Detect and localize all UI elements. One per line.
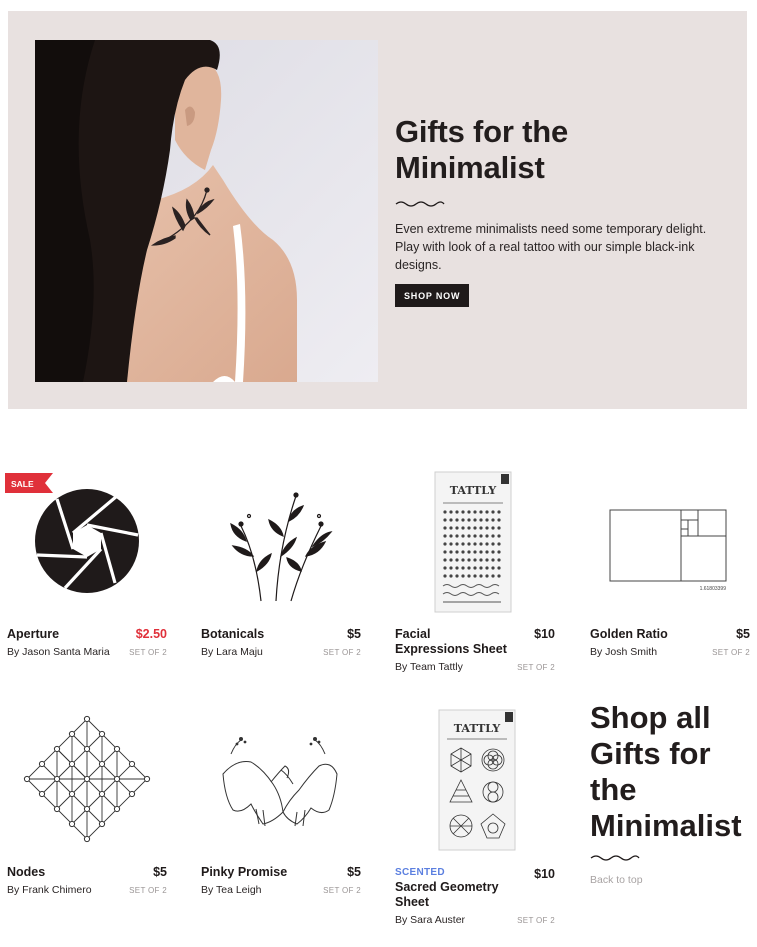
squiggle-divider-icon (395, 201, 445, 207)
product-info: Botanicals $5 By Lara Maju SET OF 2 (201, 627, 361, 658)
product-name[interactable]: Nodes (7, 865, 119, 880)
product-info: SCENTED Sacred Geometry Sheet $10 By Sar… (395, 867, 555, 926)
shop-now-button[interactable]: SHOP NOW (395, 284, 470, 307)
product-set-size: SET OF 2 (323, 648, 361, 657)
product-info: Facial Expressions Sheet $10 By Team Tat… (395, 627, 555, 673)
product-author[interactable]: By Lara Maju (201, 646, 263, 658)
shop-all-line1: Shop all (590, 700, 711, 735)
product-set-size: SET OF 2 (517, 663, 555, 672)
product-set-size: SET OF 2 (129, 886, 167, 895)
product-name[interactable]: Golden Ratio (590, 627, 702, 642)
product-image[interactable] (7, 714, 167, 864)
pinky-promise-image (222, 737, 338, 827)
product-set-size: SET OF 2 (712, 648, 750, 657)
product-price: $2.50 (135, 627, 167, 641)
golden-ratio-image: 1.61803399 (609, 509, 727, 592)
shop-all-line4: Minimalist (590, 808, 742, 843)
hero-title-line1: Gifts for the (395, 114, 569, 149)
product-price: $10 (534, 627, 555, 641)
product-image[interactable] (201, 476, 361, 626)
squiggle-divider-icon (590, 855, 640, 861)
product-info: Aperture $2.50 By Jason Santa Maria SET … (7, 627, 167, 658)
aperture-image (35, 489, 139, 593)
golden-ratio-caption: 1.61803399 (700, 586, 727, 592)
product-info: Nodes $5 By Frank Chimero SET OF 2 (7, 865, 167, 896)
hero-banner: Gifts for the Minimalist Even extreme mi… (8, 11, 747, 409)
product-author[interactable]: By Jason Santa Maria (7, 646, 110, 658)
product-price: $5 (347, 627, 361, 641)
product-price: $5 (736, 627, 750, 641)
product-price: $5 (153, 865, 167, 879)
product-name[interactable]: Facial Expressions Sheet (395, 627, 507, 657)
product-image[interactable] (7, 476, 167, 626)
product-name[interactable]: Pinky Promise (201, 865, 313, 880)
woman-with-tattoo-image (35, 40, 378, 382)
product-image[interactable]: TATTLY (395, 470, 555, 620)
product-author[interactable]: By Tea Leigh (201, 884, 262, 896)
product-set-size: SET OF 2 (323, 886, 361, 895)
product-name[interactable]: Sacred Geometry Sheet (395, 880, 507, 910)
hero-title-line2: Minimalist (395, 150, 545, 185)
hero-text-block: Gifts for the Minimalist Even extreme mi… (395, 114, 725, 307)
hero-title: Gifts for the Minimalist (395, 114, 725, 186)
sale-badge-label: SALE (11, 479, 34, 489)
product-info: Golden Ratio $5 By Josh Smith SET OF 2 (590, 627, 750, 658)
sale-badge: SALE (5, 473, 53, 493)
product-price: $5 (347, 865, 361, 879)
product-price: $10 (534, 867, 555, 881)
botanicals-image (230, 492, 333, 602)
facial-expressions-sheet-image: TATTLY (434, 471, 512, 613)
nodes-image (23, 715, 151, 843)
product-image[interactable]: 1.61803399 (590, 476, 750, 626)
shop-all-block: Shop all Gifts for the Minimalist Back t… (590, 700, 750, 888)
package-brand: TATTLY (450, 484, 497, 497)
product-set-size: SET OF 2 (129, 648, 167, 657)
back-to-top-link[interactable]: Back to top (590, 874, 643, 886)
product-info: Pinky Promise $5 By Tea Leigh SET OF 2 (201, 865, 361, 896)
product-name[interactable]: Aperture (7, 627, 119, 642)
shop-all-line3: the (590, 772, 637, 807)
hero-photo (35, 40, 378, 382)
product-image[interactable] (201, 714, 361, 864)
product-set-size: SET OF 2 (517, 916, 555, 925)
product-author[interactable]: By Josh Smith (590, 646, 657, 658)
shop-all-line2: Gifts for (590, 736, 711, 771)
product-author[interactable]: By Team Tattly (395, 661, 463, 673)
product-image[interactable]: TATTLY (395, 708, 555, 858)
product-author[interactable]: By Frank Chimero (7, 884, 92, 896)
product-author[interactable]: By Sara Auster (395, 914, 465, 926)
hero-description: Even extreme minimalists need some tempo… (395, 222, 707, 272)
package-brand: TATTLY (454, 722, 501, 735)
sacred-geometry-sheet-image: TATTLY (438, 709, 516, 851)
shop-all-link[interactable]: Shop all Gifts for the Minimalist (590, 700, 750, 844)
product-name[interactable]: Botanicals (201, 627, 313, 642)
